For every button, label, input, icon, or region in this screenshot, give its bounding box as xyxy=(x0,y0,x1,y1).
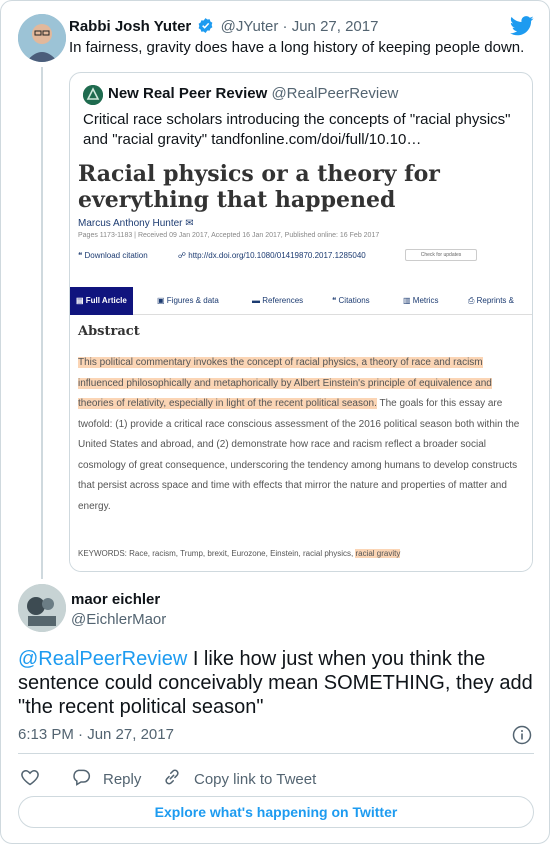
tweet-text: @RealPeerReview I like how just when you… xyxy=(18,647,538,719)
print-icon: ⎙ xyxy=(468,296,477,305)
article-links: ❝ Download citation ☍ http://dx.doi.org/… xyxy=(78,251,394,260)
highlighted-keyword: racial gravity xyxy=(355,549,401,558)
image-icon: ▣ xyxy=(157,296,167,305)
author-handle[interactable]: @RealPeerReview xyxy=(271,85,398,102)
book-icon: ▬ xyxy=(252,296,263,305)
explore-twitter-button[interactable]: Explore what's happening on Twitter xyxy=(18,796,534,828)
avatar[interactable] xyxy=(83,85,103,105)
author-name[interactable]: maor eichler xyxy=(71,591,160,608)
tweet-text: In fairness, gravity does have a long hi… xyxy=(69,39,525,56)
like-button[interactable] xyxy=(20,767,52,791)
doi-link-label: http://dx.doi.org/10.1080/01419870.2017.… xyxy=(188,251,366,260)
reply-button[interactable]: Reply xyxy=(71,767,141,791)
tab-references: ▬ References xyxy=(252,287,303,315)
article-title: Racial physics or a theory for everythin… xyxy=(78,161,440,213)
tweet-date[interactable]: Jun 27, 2017 xyxy=(292,18,379,35)
tab-full-article: ▤ Full Article xyxy=(70,287,133,315)
avatar[interactable] xyxy=(18,584,66,632)
quoted-tweet[interactable]: New Real Peer Review @RealPeerReview Cri… xyxy=(69,72,533,572)
verified-badge-icon xyxy=(197,17,214,38)
article-author-name: Marcus Anthony Hunter xyxy=(78,218,183,229)
tab-label: Full Article xyxy=(85,296,127,305)
parent-tweet-header: Rabbi Josh Yuter @JYuter · Jun 27, 2017 xyxy=(69,17,378,38)
avatar[interactable] xyxy=(18,14,66,62)
tab-metrics: ▥ Metrics xyxy=(403,287,439,315)
copy-link-label: Copy link to Tweet xyxy=(194,770,317,788)
check-updates-badge: Check for updates xyxy=(405,249,477,261)
quoted-tweet-header: New Real Peer Review @RealPeerReview xyxy=(108,85,398,102)
keywords-list: Race, racism, Trump, brexit, Eurozone, E… xyxy=(126,549,354,558)
article-pages: Pages 1173-1183 | Received 09 Jan 2017, … xyxy=(78,232,380,239)
tab-label: Reprints & xyxy=(476,296,514,305)
thread-line xyxy=(41,67,43,579)
abstract-text: This political commentary invokes the co… xyxy=(78,353,524,517)
tab-reprints: ⎙ Reprints & xyxy=(468,287,514,315)
link-icon xyxy=(162,767,194,791)
keywords-label: KEYWORDS: xyxy=(78,549,127,558)
separator-dot: · xyxy=(282,18,288,35)
article-screenshot-image[interactable]: Racial physics or a theory for everythin… xyxy=(70,157,532,571)
article-author: Marcus Anthony Hunter ✉ xyxy=(78,218,194,229)
abstract-rest: The goals for this essay are twofold: (1… xyxy=(78,398,520,512)
envelope-icon: ✉ xyxy=(185,218,194,229)
reply-label: Reply xyxy=(103,770,142,788)
copy-link-button[interactable]: Copy link to Tweet xyxy=(162,767,316,791)
tab-label: References xyxy=(262,296,304,305)
mention-link[interactable]: @RealPeerReview xyxy=(18,648,187,670)
tab-label: Citations xyxy=(338,296,370,305)
tab-label: Metrics xyxy=(412,296,439,305)
author-name[interactable]: New Real Peer Review xyxy=(108,85,267,102)
tab-figures: ▣ Figures & data xyxy=(157,287,219,315)
twitter-bird-icon[interactable] xyxy=(509,16,534,41)
tab-citations: ❝ Citations xyxy=(332,287,370,315)
quoted-tweet-text: Critical race scholars introducing the c… xyxy=(83,111,511,148)
article-tabs: ▤ Full Article ▣ Figures & data ▬ Refere… xyxy=(70,287,532,315)
tweet-embed-card: Rabbi Josh Yuter @JYuter · Jun 27, 2017 … xyxy=(0,0,550,844)
tab-label: Figures & data xyxy=(166,296,219,305)
article-keywords: KEYWORDS: Race, racism, Trump, brexit, E… xyxy=(78,549,401,558)
doi-link: ☍ http://dx.doi.org/10.1080/01419870.201… xyxy=(177,251,366,260)
reply-bubble-icon xyxy=(71,767,103,791)
divider xyxy=(18,753,534,754)
download-citation-link: ❝ Download citation xyxy=(78,251,148,260)
author-name[interactable]: Rabbi Josh Yuter xyxy=(69,18,191,35)
info-icon[interactable] xyxy=(512,725,532,750)
tweet-timestamp[interactable]: 6:13 PM · Jun 27, 2017 xyxy=(18,726,174,743)
download-citation-label: Download citation xyxy=(84,251,148,260)
document-icon: ▤ xyxy=(76,296,86,305)
author-handle[interactable]: @EichlerMaor xyxy=(71,611,166,628)
author-handle[interactable]: @JYuter xyxy=(221,18,279,35)
abstract-heading: Abstract xyxy=(78,324,140,339)
bar-chart-icon: ▥ xyxy=(403,296,413,305)
heart-icon xyxy=(20,767,52,791)
